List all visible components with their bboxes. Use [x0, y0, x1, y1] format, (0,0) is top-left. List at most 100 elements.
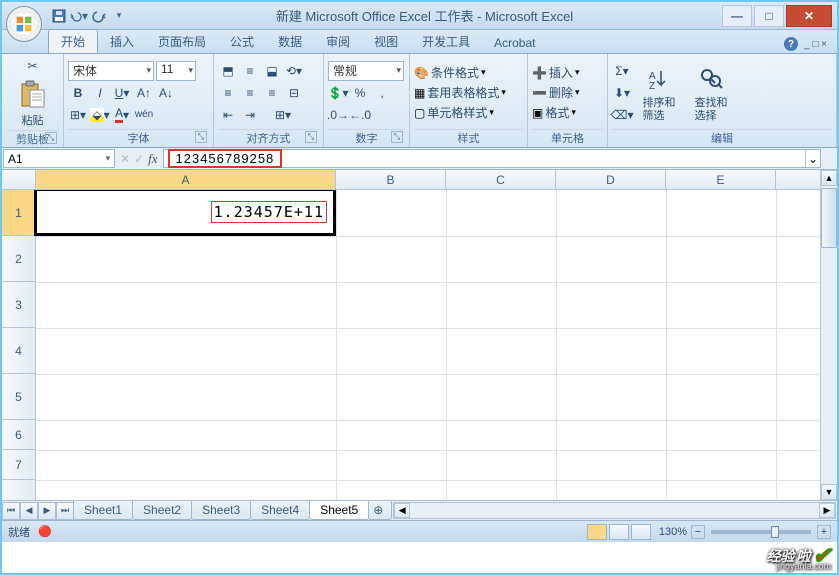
bold-button[interactable]: B	[68, 83, 88, 103]
row-header-6[interactable]: 6	[2, 420, 35, 450]
tab-developer[interactable]: 开发工具	[410, 30, 482, 53]
accounting-button[interactable]: 💲▾	[328, 83, 348, 103]
number-format-combo[interactable]: 常规▾	[328, 61, 404, 81]
zoom-in-button[interactable]: +	[817, 525, 831, 539]
zoom-out-button[interactable]: −	[691, 525, 705, 539]
col-header-b[interactable]: B	[336, 170, 446, 189]
tab-data[interactable]: 数据	[266, 30, 314, 53]
align-bottom-button[interactable]: ⬓	[262, 61, 282, 81]
tab-review[interactable]: 审阅	[314, 30, 362, 53]
align-left-button[interactable]: ≡	[218, 83, 238, 103]
sheet-tab-2[interactable]: Sheet2	[132, 501, 192, 520]
format-table-button[interactable]: ▦套用表格格式▾	[414, 84, 506, 101]
fill-button[interactable]: ⬇▾	[612, 83, 632, 103]
format-cells-button[interactable]: ▣格式▾	[532, 104, 580, 121]
find-select-button[interactable]: 查找和 选择	[686, 58, 736, 128]
redo-button[interactable]	[90, 7, 108, 25]
zoom-level[interactable]: 130%	[659, 526, 687, 538]
increase-indent-button[interactable]: ⇥	[240, 105, 260, 125]
font-size-combo[interactable]: 11▾	[156, 61, 196, 81]
minimize-button[interactable]: —	[722, 5, 752, 27]
sheet-tab-3[interactable]: Sheet3	[191, 501, 251, 520]
cut-button[interactable]: ✂	[23, 56, 43, 76]
sheet-last-button[interactable]: ⏭	[56, 502, 74, 520]
font-dialog-launcher[interactable]: ⤡	[195, 131, 207, 143]
help-icon[interactable]: ?	[784, 37, 798, 51]
fill-color-button[interactable]: ⬙▾	[90, 105, 110, 125]
sort-filter-button[interactable]: AZ 排序和 筛选	[634, 58, 684, 128]
select-all-corner[interactable]	[2, 170, 36, 189]
percent-button[interactable]: %	[350, 83, 370, 103]
horizontal-scrollbar[interactable]: ◀ ▶	[393, 502, 836, 519]
office-button[interactable]	[6, 6, 42, 42]
row-header-5[interactable]: 5	[2, 374, 35, 420]
autosum-button[interactable]: Σ▾	[612, 61, 632, 81]
scroll-down-button[interactable]: ▼	[821, 484, 837, 500]
align-top-button[interactable]: ⬒	[218, 61, 238, 81]
qat-customize-button[interactable]: ▾	[110, 7, 128, 25]
formula-input[interactable]: 123456789258 ⌄	[163, 149, 821, 168]
decrease-decimal-button[interactable]: ←.0	[350, 105, 370, 125]
vertical-scrollbar[interactable]: ▲ ▼	[820, 190, 837, 500]
enter-icon[interactable]: ✓	[134, 152, 144, 166]
expand-formula-bar[interactable]: ⌄	[805, 150, 820, 167]
row-header-3[interactable]: 3	[2, 282, 35, 328]
col-header-a[interactable]: A	[36, 170, 336, 189]
border-button[interactable]: ⊞▾	[68, 105, 88, 125]
sheet-tab-1[interactable]: Sheet1	[73, 501, 133, 520]
orientation-button[interactable]: ⟲▾	[284, 61, 304, 81]
tab-page-layout[interactable]: 页面布局	[146, 30, 218, 53]
sheet-first-button[interactable]: ⏮	[2, 502, 20, 520]
tab-insert[interactable]: 插入	[98, 30, 146, 53]
normal-view-button[interactable]	[587, 524, 607, 540]
increase-decimal-button[interactable]: .0→	[328, 105, 348, 125]
wrap-text-button[interactable]: ⊟	[284, 83, 304, 103]
fx-button[interactable]: fx	[148, 151, 157, 167]
align-middle-button[interactable]: ≡	[240, 61, 260, 81]
insert-cells-button[interactable]: ➕插入▾	[532, 64, 580, 81]
sheet-tab-5[interactable]: Sheet5	[309, 501, 369, 520]
page-break-view-button[interactable]	[631, 524, 651, 540]
clipboard-dialog-launcher[interactable]: ⤡	[45, 132, 57, 144]
tab-home[interactable]: 开始	[48, 29, 98, 53]
paste-button[interactable]: 粘贴	[12, 76, 54, 130]
undo-button[interactable]: ▾	[70, 7, 88, 25]
font-name-combo[interactable]: 宋体▾	[68, 61, 154, 81]
tab-formulas[interactable]: 公式	[218, 30, 266, 53]
italic-button[interactable]: I	[90, 83, 110, 103]
tab-acrobat[interactable]: Acrobat	[482, 33, 547, 53]
zoom-slider[interactable]	[711, 530, 811, 534]
zoom-thumb[interactable]	[771, 526, 779, 538]
row-header-4[interactable]: 4	[2, 328, 35, 374]
align-right-button[interactable]: ≡	[262, 83, 282, 103]
underline-button[interactable]: U▾	[112, 83, 132, 103]
tab-view[interactable]: 视图	[362, 30, 410, 53]
name-box[interactable]: A1▾	[3, 149, 115, 168]
row-header-7[interactable]: 7	[2, 450, 35, 480]
sheet-next-button[interactable]: ▶	[38, 502, 56, 520]
merge-button[interactable]: ⊞▾	[262, 105, 304, 125]
shrink-font-button[interactable]: A↓	[156, 83, 176, 103]
decrease-indent-button[interactable]: ⇤	[218, 105, 238, 125]
macro-record-icon[interactable]: 🔴	[38, 525, 52, 538]
font-color-button[interactable]: A▾	[112, 105, 132, 125]
align-center-button[interactable]: ≡	[240, 83, 260, 103]
scroll-right-button[interactable]: ▶	[819, 503, 835, 518]
row-header-1[interactable]: 1	[2, 190, 35, 236]
cancel-icon[interactable]: ✕	[120, 152, 130, 166]
phonetic-button[interactable]: wén	[134, 105, 154, 125]
cell-area[interactable]: 1.23457E+11	[36, 190, 837, 500]
page-layout-view-button[interactable]	[609, 524, 629, 540]
new-sheet-button[interactable]: ⊕	[368, 501, 392, 520]
active-cell[interactable]: 1.23457E+11	[34, 190, 336, 236]
maximize-button[interactable]: □	[754, 5, 784, 27]
row-header-2[interactable]: 2	[2, 236, 35, 282]
col-header-e[interactable]: E	[666, 170, 776, 189]
grow-font-button[interactable]: A↑	[134, 83, 154, 103]
number-dialog-launcher[interactable]: ⤡	[391, 131, 403, 143]
cell-styles-button[interactable]: ▢单元格样式▾	[414, 104, 506, 121]
sheet-prev-button[interactable]: ◀	[20, 502, 38, 520]
minimize-ribbon-button[interactable]: _ □ ×	[804, 39, 827, 50]
close-button[interactable]: ✕	[786, 5, 832, 27]
save-button[interactable]	[50, 7, 68, 25]
